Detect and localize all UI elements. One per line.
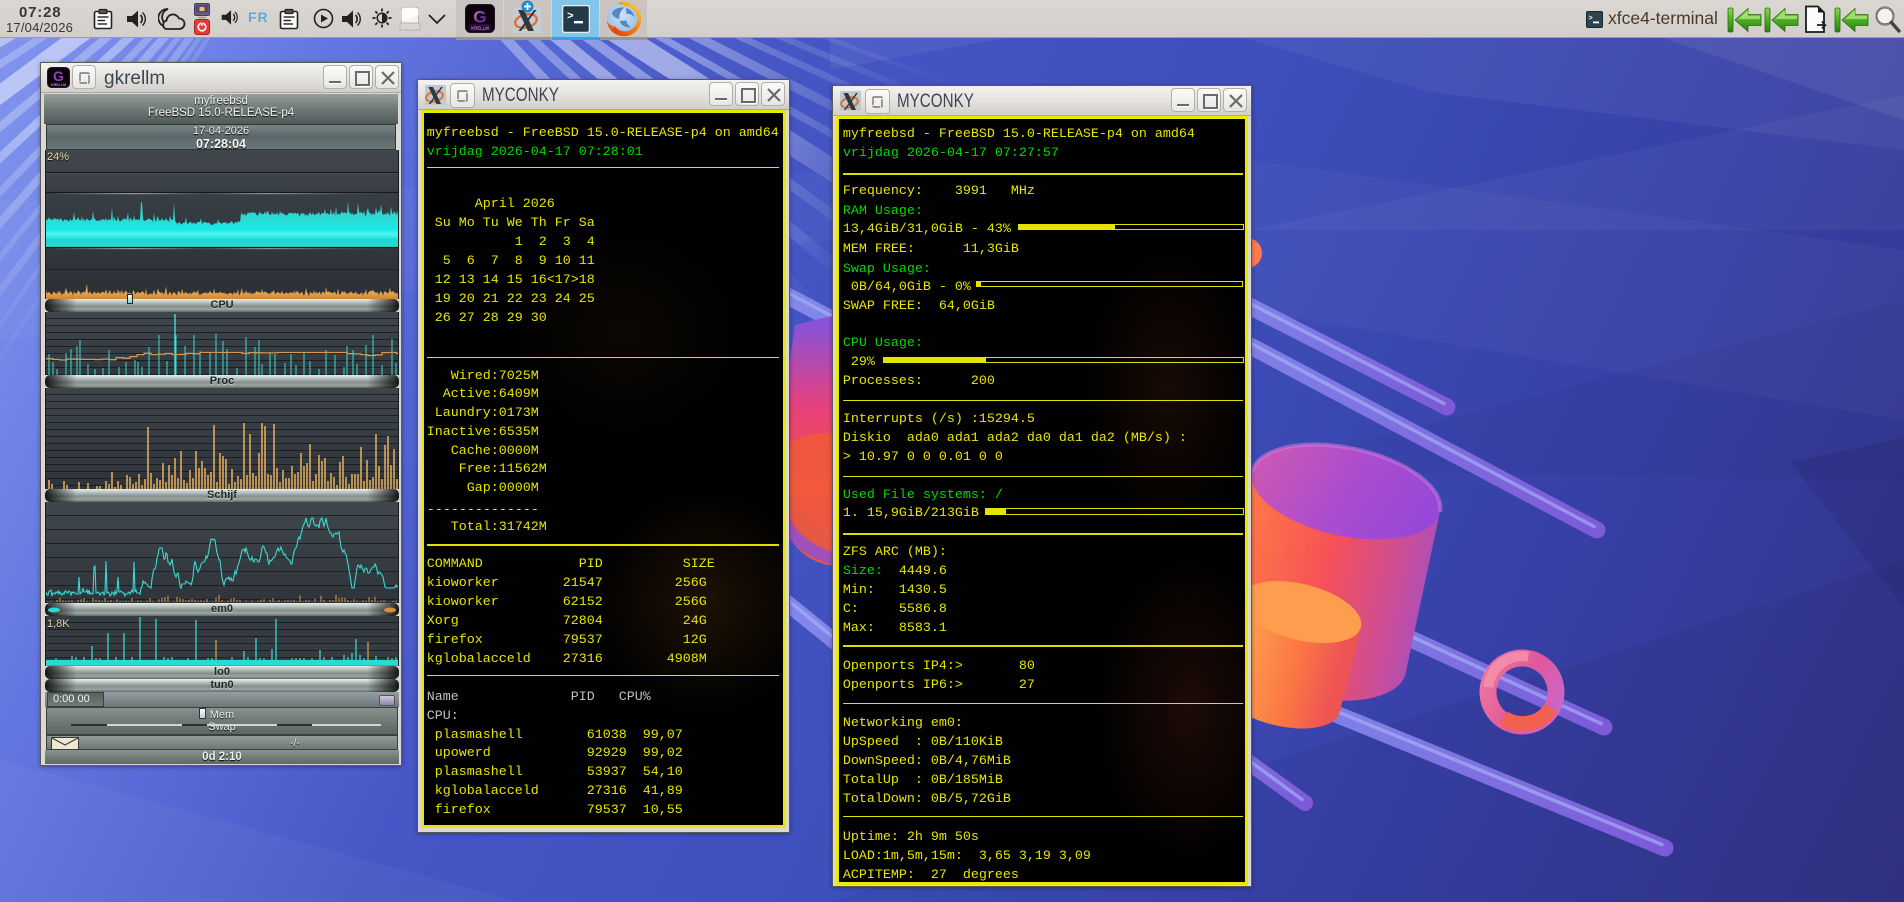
svg-text:KRELLM: KRELLM	[471, 25, 489, 30]
svg-text:G: G	[53, 68, 64, 84]
svg-text:>: >	[1589, 15, 1593, 23]
svg-text:G: G	[473, 8, 486, 27]
svg-text:KRELLM: KRELLM	[51, 83, 66, 87]
svg-text:>: >	[567, 11, 574, 23]
